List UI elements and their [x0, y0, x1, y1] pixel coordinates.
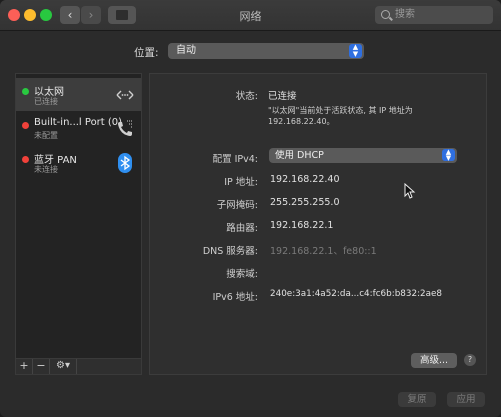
gear-menu-button[interactable]: ⚙︎▾ [50, 359, 77, 374]
ip-address-value: 192.168.22.40 [270, 174, 340, 185]
search-domains-label: 搜索域: [226, 269, 258, 280]
ipv6-address-value: 240e:3a1:4a52:da...c4:fc6b:b832:2ae8 [270, 289, 443, 299]
service-list[interactable]: 以太网 已连接 Built-in...l Port (0) 未配置 蓝牙 PAN… [15, 73, 142, 359]
search-icon [381, 10, 390, 19]
router-label: 路由器: [226, 223, 258, 234]
status-value: 已连接 [268, 91, 297, 102]
service-status: 已连接 [34, 97, 58, 106]
apply-button[interactable]: 应用 [447, 392, 485, 407]
service-list-controls: + − ⚙︎▾ [15, 359, 142, 375]
service-item-ethernet[interactable]: 以太网 已连接 [16, 78, 141, 111]
subnet-mask-value: 255.255.255.0 [270, 197, 340, 208]
advanced-button[interactable]: 高级... [411, 353, 457, 368]
title-bar: ‹ › 网络 搜索 [0, 0, 501, 31]
dns-servers-label: DNS 服务器: [202, 246, 258, 257]
remove-service-button[interactable]: − [33, 359, 50, 374]
status-dot [22, 122, 29, 129]
updown-arrows-icon: ▲ ▼ [442, 149, 455, 162]
status-description-ip: 192.168.22.40。 [268, 117, 335, 126]
router-value: 192.168.22.1 [270, 220, 334, 231]
service-item-bluetooth-pan[interactable]: 蓝牙 PAN 未连接 [16, 146, 141, 179]
location-select[interactable]: 自动 ▲ ▼ [168, 43, 364, 59]
ethernet-icon [116, 90, 134, 100]
configure-ipv4-value: 使用 DHCP [275, 150, 324, 161]
service-status: 未配置 [34, 131, 58, 140]
updown-arrows-icon: ▲ ▼ [349, 44, 362, 58]
service-status: 未连接 [34, 165, 58, 174]
service-name: Built-in...l Port (0) [34, 117, 123, 128]
ipv6-address-label: IPv6 地址: [212, 292, 258, 303]
status-label: 状态: [235, 91, 258, 102]
status-dot [22, 88, 29, 95]
mouse-cursor-icon [404, 183, 416, 199]
status-dot [22, 156, 29, 163]
location-value: 自动 [176, 45, 196, 56]
dns-servers-value: 192.168.22.1、fe80::1 [270, 246, 377, 257]
phone-icon [118, 120, 133, 136]
configure-ipv4-select[interactable]: 使用 DHCP ▲ ▼ [269, 148, 457, 163]
search-field[interactable]: 搜索 [375, 6, 493, 24]
configure-ipv4-label: 配置 IPv4: [212, 154, 258, 165]
search-placeholder: 搜索 [395, 9, 415, 20]
location-label: 位置: [134, 47, 159, 59]
help-button[interactable]: ? [464, 354, 476, 366]
ip-address-label: IP 地址: [224, 177, 258, 188]
service-item-builtin-port[interactable]: Built-in...l Port (0) 未配置 [16, 112, 141, 145]
status-description: "以太网"当前处于活跃状态, 其 IP 地址为 [268, 106, 413, 115]
subnet-mask-label: 子网掩码: [216, 200, 258, 211]
add-service-button[interactable]: + [16, 359, 33, 374]
network-preferences-window: ‹ › 网络 搜索 位置: 自动 ▲ ▼ 以太网 已连接 Built-in...l… [0, 0, 501, 417]
revert-button[interactable]: 复原 [398, 392, 436, 407]
bluetooth-icon [118, 153, 132, 173]
